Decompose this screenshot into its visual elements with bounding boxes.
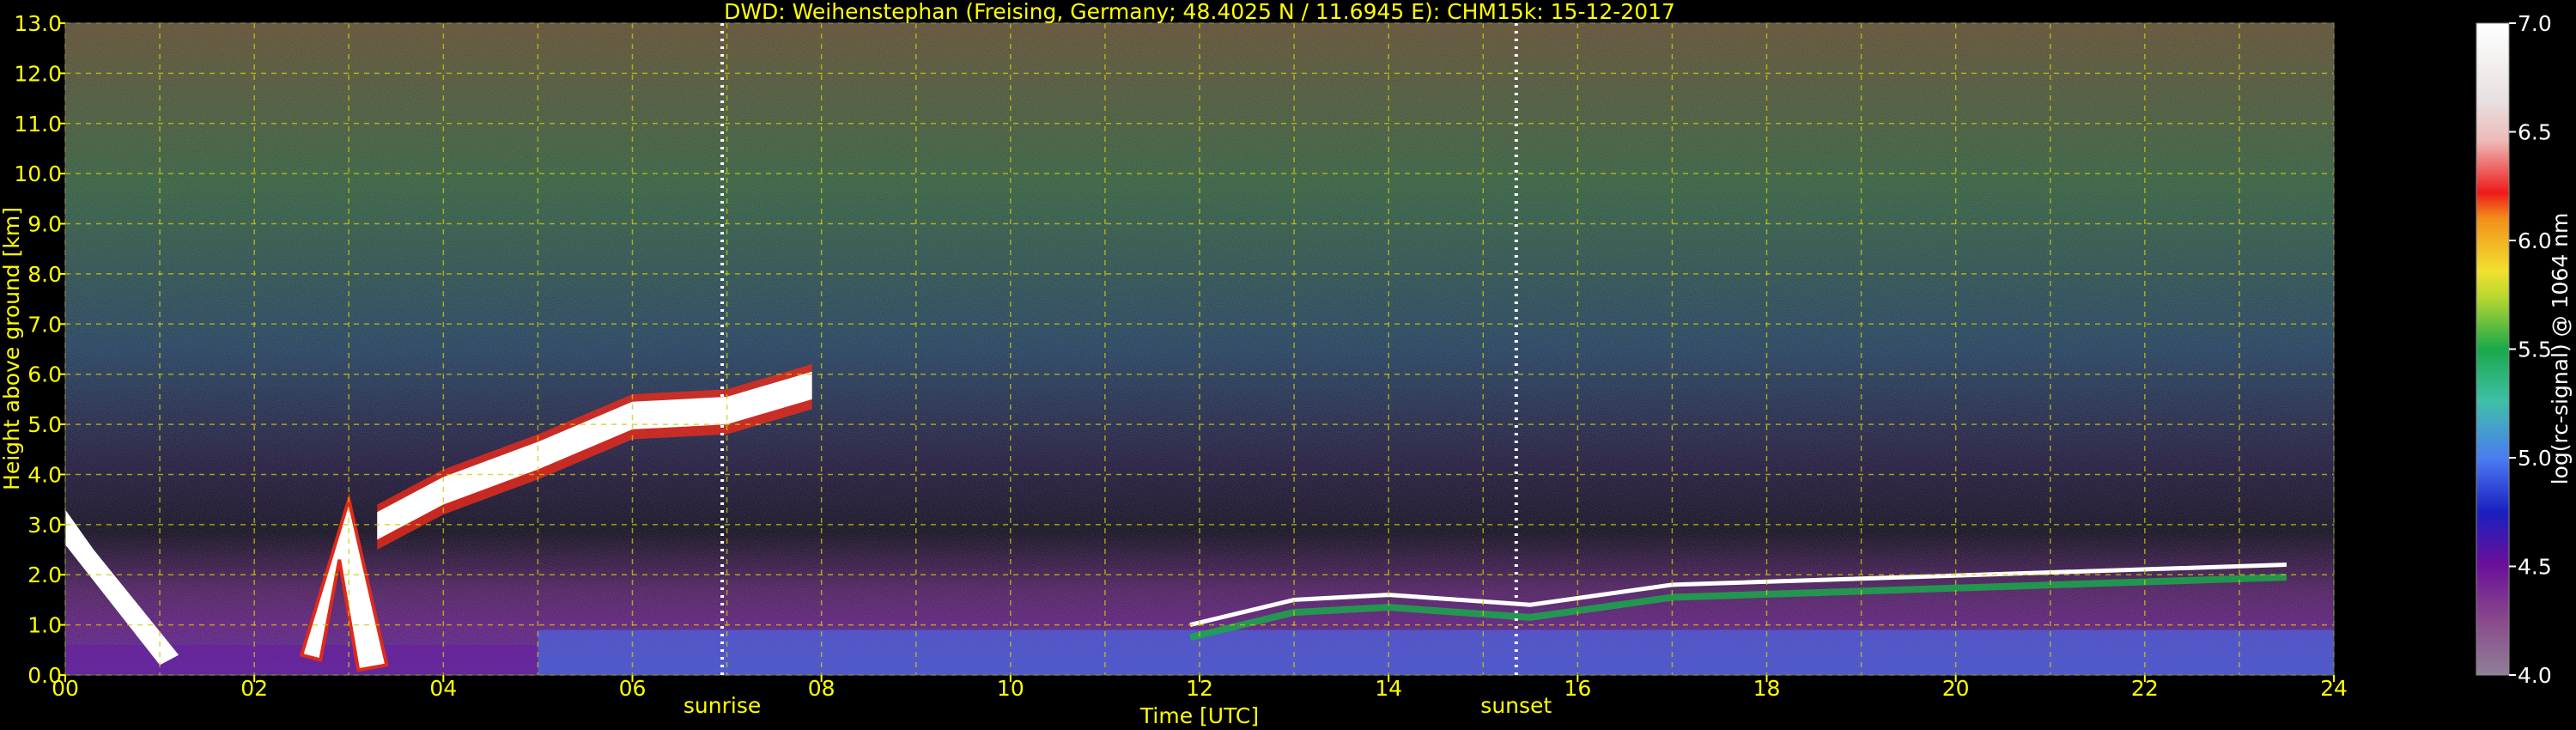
colorbar-gradient bbox=[2476, 22, 2510, 676]
y-tick-label: 10.0 bbox=[14, 161, 62, 186]
y-tick-label: 2.0 bbox=[27, 563, 62, 587]
colorbar-label: log(rc-signal) @ 1064 nm bbox=[2548, 213, 2573, 485]
colorbar-tick-label: 4.0 bbox=[2518, 663, 2552, 688]
y-tick-label: 7.0 bbox=[27, 312, 62, 337]
y-tick-label: 1.0 bbox=[27, 613, 62, 638]
chart-title: DWD: Weihenstephan (Freising, Germany; 4… bbox=[724, 0, 1675, 24]
x-tick-label: 04 bbox=[429, 676, 457, 701]
plot-area bbox=[64, 22, 2335, 676]
colorbar-tick-label: 6.0 bbox=[2518, 228, 2552, 253]
y-tick-label: 3.0 bbox=[27, 513, 62, 538]
x-tick-label: 24 bbox=[2320, 676, 2348, 701]
y-tick-label: 6.0 bbox=[27, 362, 62, 387]
y-tick-label: 5.0 bbox=[27, 412, 62, 437]
x-tick-label: 12 bbox=[1186, 676, 1213, 701]
annotation-label-sunset: sunset bbox=[1480, 693, 1552, 718]
ceilometer-chart: DWD: Weihenstephan (Freising, Germany; 4… bbox=[0, 0, 2573, 728]
colorbar-tick-label: 7.0 bbox=[2518, 11, 2552, 36]
x-tick-label: 16 bbox=[1564, 676, 1591, 701]
colorbar: 4.0 4.5 5.0 5.5 6.0 6.5 7.0 log(rc-signal) @ 1… bbox=[2476, 11, 2573, 688]
y-tick-label: 4.0 bbox=[27, 462, 62, 487]
y-tick-label: 9.0 bbox=[27, 212, 62, 237]
y-tick-label: 8.0 bbox=[27, 262, 62, 287]
y-tick-label: 0.0 bbox=[27, 663, 62, 688]
x-tick-label: 22 bbox=[2131, 676, 2159, 701]
x-tick-label: 06 bbox=[619, 676, 647, 701]
x-tick-label: 08 bbox=[808, 676, 835, 701]
colorbar-tick-label: 4.5 bbox=[2518, 555, 2552, 580]
y-tick-label: 13.0 bbox=[14, 11, 62, 36]
x-tick-label: 10 bbox=[997, 676, 1024, 701]
y-tick-label: 12.0 bbox=[14, 61, 62, 86]
x-axis-label: Time [UTC] bbox=[1139, 703, 1259, 728]
y-axis-label: Height above ground [km] bbox=[0, 207, 24, 490]
colorbar-tick-label: 5.0 bbox=[2518, 446, 2552, 471]
colorbar-tick-label: 5.5 bbox=[2518, 338, 2552, 362]
colorbar-tick-label: 6.5 bbox=[2518, 120, 2552, 145]
x-tick-label: 02 bbox=[240, 676, 268, 701]
x-tick-label: 14 bbox=[1375, 676, 1402, 701]
x-tick-label: 20 bbox=[1942, 676, 1970, 701]
x-tick-label: 18 bbox=[1753, 676, 1781, 701]
boundary-layer-band bbox=[538, 630, 2334, 675]
y-tick-label: 11.0 bbox=[14, 112, 62, 137]
annotation-label-sunrise: sunrise bbox=[683, 693, 761, 718]
